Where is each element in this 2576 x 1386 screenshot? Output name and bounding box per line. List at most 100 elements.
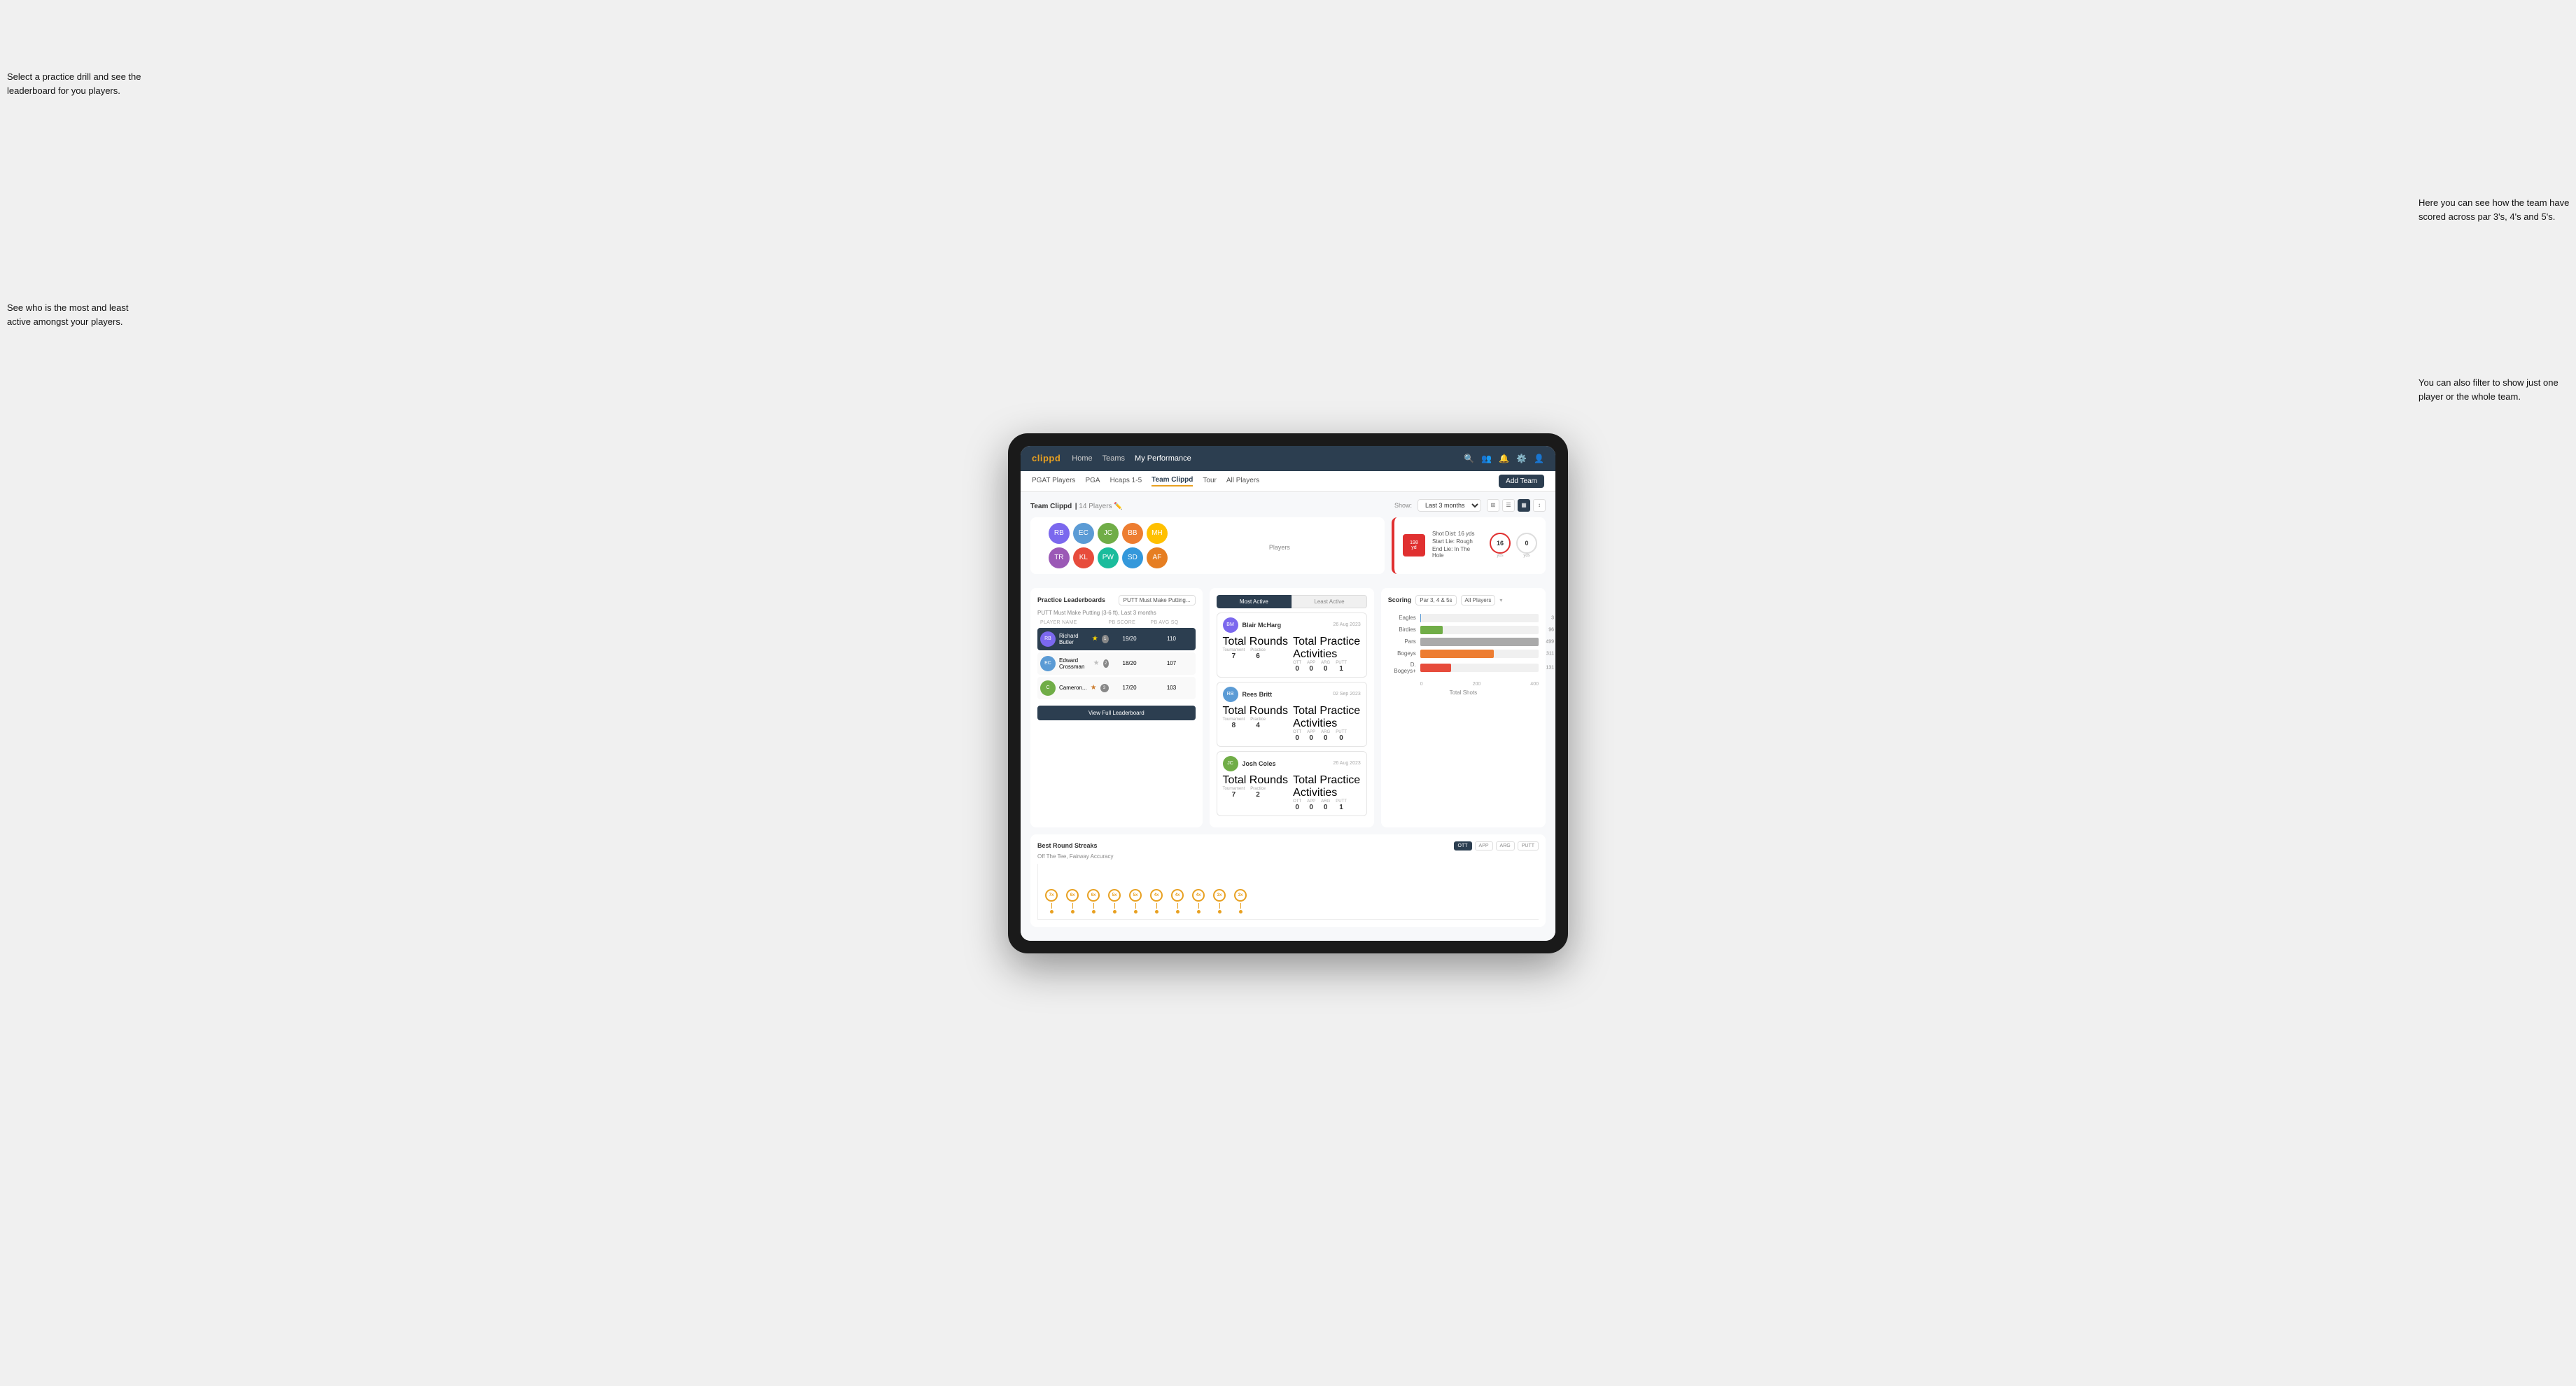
nav-teams[interactable]: Teams — [1102, 454, 1125, 463]
sub-nav-pgat[interactable]: PGAT Players — [1032, 477, 1075, 486]
bell-icon[interactable]: 🔔 — [1499, 454, 1509, 463]
streak-bubble: 7x — [1045, 889, 1058, 902]
chart-x-title: Total Shots — [1388, 690, 1539, 696]
player-avatar-1[interactable]: EC — [1073, 523, 1094, 544]
streak-bubble: 6x — [1066, 889, 1079, 902]
bar-fill — [1420, 650, 1494, 658]
player-avatar-5[interactable]: TR — [1049, 547, 1070, 568]
total-rounds-group: Total Rounds Tournament 8 Practice 4 — [1223, 705, 1291, 742]
lb-col-player: PLAYER NAME — [1040, 620, 1109, 625]
total-rounds-label: Total Rounds — [1223, 705, 1288, 717]
player-avatar-0[interactable]: RB — [1049, 523, 1070, 544]
annotation-bl-text: See who is the most and least active amo… — [7, 302, 128, 327]
streak-point: 5x — [1129, 889, 1142, 913]
bar-row: D. Bogeys+ 131 — [1388, 662, 1539, 674]
sub-nav-hcaps[interactable]: Hcaps 1-5 — [1110, 477, 1142, 486]
scoring-filter-players[interactable]: All Players — [1461, 595, 1496, 606]
streaks-filters: OTTAPPARGPUTT — [1454, 841, 1539, 850]
annotation-top-right: Here you can see how the team have score… — [2418, 196, 2572, 223]
list-view-icon[interactable]: ☰ — [1502, 499, 1515, 512]
add-team-button[interactable]: Add Team — [1499, 475, 1544, 488]
player-avatar-4[interactable]: MH — [1147, 523, 1168, 544]
streak-line — [1051, 903, 1052, 909]
shot-yds: 16 yds 0 yds — [1490, 533, 1537, 558]
leaderboards-title: Practice Leaderboards — [1037, 596, 1105, 603]
putt-stat: PUTT 0 — [1336, 730, 1347, 742]
show-select[interactable]: Last 3 months Last 6 months This year — [1418, 499, 1481, 512]
sub-nav-teamclippd[interactable]: Team Clippd — [1152, 476, 1193, 486]
total-rounds-group: Total Rounds Tournament 7 Practice 2 — [1223, 774, 1291, 811]
practice-stat: Practice 6 — [1250, 648, 1266, 660]
streaks-subtitle: Off The Tee, Fairway Accuracy — [1037, 853, 1539, 860]
player-avatar-7[interactable]: PW — [1098, 547, 1119, 568]
user-icon[interactable]: 👤 — [1534, 454, 1544, 463]
player-avatar-2[interactable]: JC — [1098, 523, 1119, 544]
streaks-filter-app[interactable]: APP — [1475, 841, 1493, 850]
streak-bubble: 4x — [1150, 889, 1163, 902]
sub-nav-pga[interactable]: PGA — [1085, 477, 1100, 486]
team-title: Team Clippd | 14 Players ✏️ — [1030, 499, 1123, 512]
streaks-filter-ott[interactable]: OTT — [1454, 841, 1472, 850]
nav-home[interactable]: Home — [1072, 454, 1092, 463]
grid-view-icon[interactable]: ⊞ — [1487, 499, 1499, 512]
lb-rank: 1 — [1102, 635, 1109, 643]
yds-right: 0 — [1516, 533, 1537, 554]
streak-dot-base — [1176, 910, 1180, 913]
bar-label: Eagles — [1388, 615, 1416, 621]
nav-myperformance[interactable]: My Performance — [1135, 454, 1191, 463]
streak-point: 4x — [1192, 889, 1205, 913]
bar-row: Eagles 3 — [1388, 614, 1539, 622]
people-icon[interactable]: 👥 — [1481, 454, 1492, 463]
player-avatar-9[interactable]: AF — [1147, 547, 1168, 568]
tab-least-active[interactable]: Least Active — [1292, 595, 1367, 608]
streak-point: 4x — [1171, 889, 1184, 913]
streak-dot-base — [1218, 910, 1222, 913]
streak-point: 4x — [1150, 889, 1163, 913]
total-practice-label: Total Practice Activities — [1293, 705, 1360, 729]
streaks-filter-arg[interactable]: ARG — [1496, 841, 1515, 850]
streak-dot-base — [1050, 910, 1054, 913]
search-icon[interactable]: 🔍 — [1464, 454, 1474, 463]
lb-player-name: C Cameron... ★ 3 — [1040, 680, 1109, 696]
tournament-stat: Tournament 8 — [1223, 718, 1245, 729]
lb-col-score: PB SCORE — [1109, 620, 1151, 625]
activity-player-header: BM Blair McHarg 26 Aug 2023 — [1223, 617, 1361, 633]
streak-point: 5x — [1108, 889, 1121, 913]
tab-most-active[interactable]: Most Active — [1217, 595, 1292, 608]
sort-icon[interactable]: ↕ — [1533, 499, 1546, 512]
view-leaderboard-button[interactable]: View Full Leaderboard — [1037, 706, 1196, 720]
tablet-frame: clippd Home Teams My Performance 🔍 👥 🔔 ⚙… — [1008, 433, 1568, 953]
bar-track: 96 — [1420, 626, 1539, 634]
activity-stats: Total Rounds Tournament 7 Practice 6 Tot… — [1223, 636, 1361, 673]
streak-chart: 7x 6x 6x 5x 5x 4x 4x 4x 3x 3x — [1037, 864, 1539, 920]
player-avatar-8[interactable]: SD — [1122, 547, 1143, 568]
sub-nav-tour[interactable]: Tour — [1203, 477, 1216, 486]
scoring-filter-par[interactable]: Par 3, 4 & 5s — [1415, 595, 1456, 606]
nav-bar: clippd Home Teams My Performance 🔍 👥 🔔 ⚙… — [1021, 446, 1555, 471]
tournament-stat: Tournament 7 — [1223, 787, 1245, 799]
streak-point: 6x — [1066, 889, 1079, 913]
arg-stat: ARG 0 — [1321, 799, 1330, 811]
lb-avg: 110 — [1151, 636, 1193, 642]
streaks-filter-putt[interactable]: PUTT — [1518, 841, 1539, 850]
shot-details: Shot Dist: 16 ydsStart Lie: RoughEnd Lie… — [1432, 531, 1483, 560]
streak-point: 7x — [1045, 889, 1058, 913]
bar-track: 131 — [1420, 664, 1539, 672]
total-practice-group: Total Practice Activities OTT 0 APP 0 AR… — [1293, 705, 1361, 742]
leaderboards-filter[interactable]: PUTT Must Make Putting... — [1119, 595, 1196, 606]
streak-dot-base — [1197, 910, 1200, 913]
streak-bubble: 3x — [1213, 889, 1226, 902]
rounds-row: Tournament 7 Practice 2 — [1223, 787, 1291, 799]
ott-stat: OTT 0 — [1293, 661, 1301, 673]
activity-player-name: Blair McHarg — [1242, 622, 1329, 629]
annotation-top-left: Select a practice drill and see the lead… — [7, 70, 147, 97]
putt-stat: PUTT 1 — [1336, 799, 1347, 811]
settings-icon[interactable]: ⚙️ — [1516, 454, 1527, 463]
players-row: RBECJCBBMHTRKLPWSDAF Players — [1030, 517, 1385, 574]
player-avatar-3[interactable]: BB — [1122, 523, 1143, 544]
sub-nav-allplayers[interactable]: All Players — [1226, 477, 1259, 486]
scoring-dropdown[interactable]: ▾ — [1499, 597, 1502, 603]
card-view-icon[interactable]: ▦ — [1518, 499, 1530, 512]
x-label-0: 0 — [1420, 682, 1423, 687]
player-avatar-6[interactable]: KL — [1073, 547, 1094, 568]
